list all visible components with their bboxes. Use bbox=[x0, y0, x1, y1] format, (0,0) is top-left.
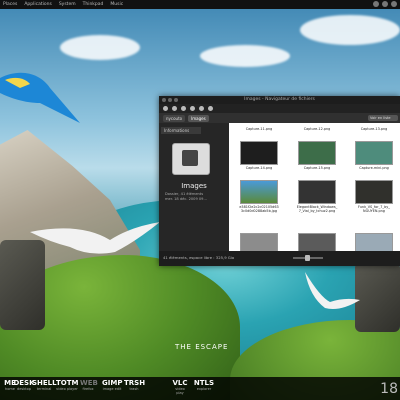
file-thumbnail bbox=[298, 233, 336, 251]
file-thumbnail bbox=[355, 233, 393, 251]
folder-icon bbox=[172, 143, 210, 175]
path-bar: nycouto Images Voir en liste bbox=[159, 113, 400, 123]
breadcrumb-home[interactable]: nycouto bbox=[163, 114, 186, 122]
wallpaper-caption: THE ESCAPE bbox=[175, 343, 229, 351]
file-name: Capture-14.png bbox=[245, 166, 273, 170]
folder-meta-line: mer. 18 déc. 2009 09... bbox=[165, 197, 207, 201]
file-thumbnail bbox=[298, 180, 336, 204]
home-icon[interactable] bbox=[199, 106, 204, 111]
dock-item-subtitle: terminal bbox=[36, 387, 52, 391]
seagull-image bbox=[305, 272, 360, 309]
file-name: Capture-13.png bbox=[360, 127, 388, 131]
dock-item-subtitle: image edit bbox=[102, 387, 122, 391]
reload-icon[interactable] bbox=[190, 106, 195, 111]
dock-item-title: GIMP bbox=[102, 379, 123, 387]
dock-item-web[interactable]: WEB firefox bbox=[80, 379, 98, 391]
zoom-slider-handle[interactable] bbox=[305, 255, 310, 261]
seagull-image bbox=[30, 222, 160, 254]
file-thumbnail bbox=[240, 141, 278, 165]
window-toolbar bbox=[159, 104, 400, 113]
dock-item-title: TRSH bbox=[124, 379, 146, 387]
window-title: Images - Navigateur de fichiers bbox=[244, 97, 315, 102]
file-thumbnail bbox=[355, 180, 393, 204]
file-name: Capture-11.png bbox=[245, 127, 273, 131]
file-item[interactable]: e381f2e2c2c02105d63 3c0d0d0288ab5b.jpg bbox=[231, 180, 287, 213]
file-name: Capture-12.png bbox=[303, 127, 331, 131]
file-name: Capture-15.png bbox=[303, 166, 331, 170]
power-icon[interactable] bbox=[391, 1, 397, 7]
cloud bbox=[300, 15, 400, 45]
view-toggle[interactable]: Voir en liste bbox=[368, 115, 398, 121]
dock-item-gimp[interactable]: GIMP image edit bbox=[102, 379, 122, 391]
dock: ME home DESK desktop SHELL terminal TOTM… bbox=[0, 377, 400, 400]
dock-item-title: WEB bbox=[80, 379, 98, 387]
top-panel: Places Applications System Thinkpad Musi… bbox=[0, 0, 400, 9]
menu-applications[interactable]: Applications bbox=[24, 2, 52, 7]
file-item[interactable]: Funk_VS_for_7_by_ NGUYEN.png bbox=[347, 180, 400, 213]
file-thumbnail bbox=[240, 233, 278, 251]
folder-name: Images bbox=[181, 182, 207, 190]
dock-item-title: SHELL bbox=[32, 379, 57, 387]
file-thumbnail bbox=[240, 180, 278, 204]
status-text: 41 éléments, espace libre : 325,9 Gio bbox=[163, 255, 235, 260]
dock-item-nautilus[interactable]: NTLS explorer bbox=[193, 379, 215, 391]
dock-item-subtitle: trash bbox=[129, 387, 139, 391]
breadcrumb-images[interactable]: Images bbox=[188, 114, 209, 122]
dock-item-trash[interactable]: TRSH trash bbox=[124, 379, 146, 391]
rock-pillar-right bbox=[355, 262, 400, 332]
menu-music[interactable]: Music bbox=[110, 2, 123, 7]
dock-item-video[interactable]: TOTM video player bbox=[56, 379, 78, 391]
cloud bbox=[60, 35, 140, 60]
camera-icon bbox=[182, 150, 198, 166]
sidebar-header[interactable]: Informations bbox=[161, 127, 201, 134]
file-item[interactable] bbox=[292, 233, 342, 251]
file-item[interactable]: Capture-11.png bbox=[234, 126, 284, 131]
info-sidebar: Informations Images Dossier, 41 éléments… bbox=[159, 123, 229, 251]
dock-item-subtitle: explorer bbox=[196, 387, 212, 391]
parrot-image bbox=[0, 72, 80, 123]
file-item[interactable]: Capture-15.png bbox=[292, 141, 342, 170]
up-icon[interactable] bbox=[181, 106, 186, 111]
file-name: Capture-mini.png bbox=[359, 166, 389, 170]
menu-thinkpad[interactable]: Thinkpad bbox=[83, 2, 104, 7]
cloud bbox=[200, 45, 290, 67]
file-item[interactable]: Capture-12.png bbox=[292, 126, 342, 131]
window-titlebar[interactable]: Images - Navigateur de fichiers bbox=[159, 96, 400, 104]
dock-item-title: VLC bbox=[172, 379, 188, 387]
forward-icon[interactable] bbox=[172, 106, 177, 111]
file-name: e381f2e2c2c02105d63 3c0d0d0288ab5b.jpg bbox=[239, 205, 279, 213]
file-thumbnail bbox=[298, 141, 336, 165]
menu-system[interactable]: System bbox=[59, 2, 76, 7]
clock: 18 bbox=[380, 381, 398, 397]
file-item[interactable]: Capture-14.png bbox=[234, 141, 284, 170]
menu-places[interactable]: Places bbox=[3, 2, 17, 7]
file-item[interactable]: ElegantBlack_Windows_ 7_Vial_by_tchuz2.p… bbox=[289, 180, 345, 213]
volume-icon[interactable] bbox=[382, 1, 388, 7]
file-item[interactable] bbox=[234, 233, 284, 251]
file-item[interactable]: Capture-13.png bbox=[349, 126, 399, 131]
computer-icon[interactable] bbox=[208, 106, 213, 111]
dock-item-subtitle: video play bbox=[175, 387, 185, 395]
dock-item-terminal[interactable]: SHELL terminal bbox=[32, 379, 57, 391]
file-name: Funk_VS_for_7_by_ NGUYEN.png bbox=[358, 205, 390, 213]
back-icon[interactable] bbox=[163, 106, 168, 111]
file-thumbnail bbox=[355, 141, 393, 165]
dock-item-vlc[interactable]: VLC video play bbox=[172, 379, 188, 395]
network-icon[interactable] bbox=[373, 1, 379, 7]
status-bar: 41 éléments, espace libre : 325,9 Gio bbox=[159, 251, 400, 266]
dock-item-title: TOTM bbox=[56, 379, 79, 387]
file-manager-window[interactable]: Images - Navigateur de fichiers nycouto … bbox=[159, 96, 400, 266]
dock-item-subtitle: video player bbox=[56, 387, 78, 391]
file-grid[interactable]: Capture-11.png Capture-12.png Capture-13… bbox=[229, 123, 400, 251]
dock-item-subtitle: firefox bbox=[82, 387, 94, 391]
file-item[interactable] bbox=[349, 233, 399, 251]
dock-item-title: NTLS bbox=[193, 379, 215, 387]
file-item[interactable]: Capture-mini.png bbox=[349, 141, 399, 170]
file-name: ElegantBlack_Windows_ 7_Vial_by_tchuz2.p… bbox=[296, 205, 338, 213]
